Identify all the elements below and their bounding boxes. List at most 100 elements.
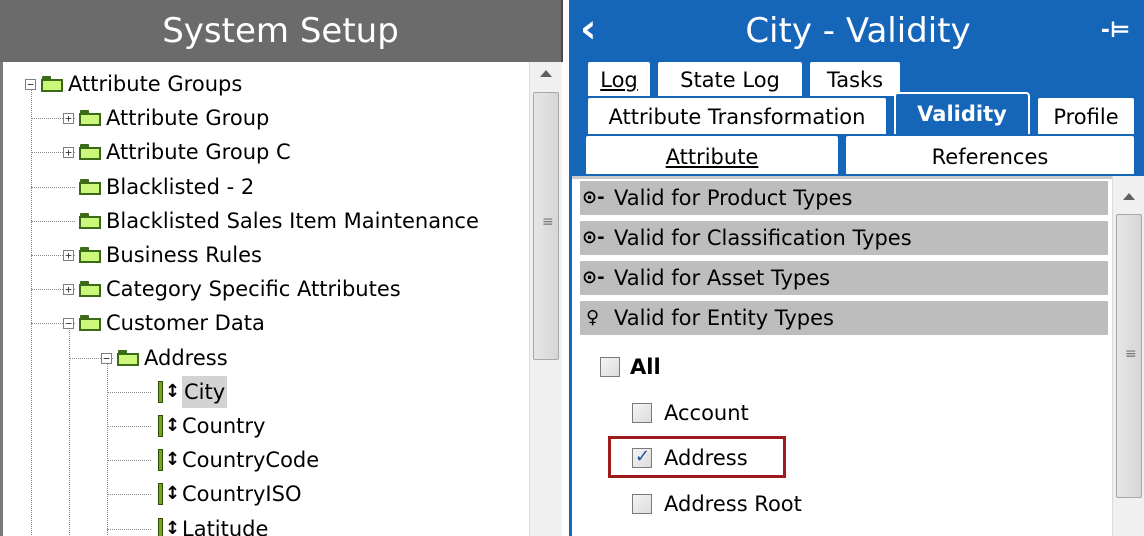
address-root-option[interactable]: Address Root bbox=[632, 489, 852, 519]
tree-item-label: Latitude bbox=[182, 516, 269, 536]
tree-item-label: Attribute Group C bbox=[106, 140, 291, 165]
tab-profile[interactable]: Profile bbox=[1036, 96, 1136, 134]
section-label: Valid for Product Types bbox=[614, 186, 853, 210]
checkmark-icon: ✓ bbox=[635, 446, 651, 467]
tab-tasks-label: Tasks bbox=[826, 68, 884, 92]
tree-scrollbar[interactable]: ≡ bbox=[529, 62, 562, 536]
back-chevron-icon[interactable]: ‹ bbox=[580, 0, 596, 58]
collapse-minus-icon[interactable]: − bbox=[101, 352, 112, 364]
collapse-minus-icon[interactable]: − bbox=[63, 318, 74, 330]
section-valid-entity-types[interactable]: ♀ Valid for Entity Types bbox=[580, 301, 1108, 335]
tree-connector-line bbox=[107, 460, 151, 462]
account-label: Account bbox=[664, 401, 749, 425]
address-checkbox[interactable]: ✓ bbox=[632, 446, 652, 468]
tree-item[interactable]: + Attribute Group C bbox=[3, 136, 523, 168]
address-root-label: Address Root bbox=[664, 492, 802, 516]
scroll-up-arrow-icon[interactable] bbox=[540, 70, 552, 77]
folder-icon bbox=[79, 315, 101, 332]
tree-item-label: Attribute Group bbox=[106, 106, 270, 131]
scroll-grip-icon: ≡ bbox=[1125, 346, 1137, 362]
city-validity-panel: ‹ City - Validity -⊨ Log State Log Tasks… bbox=[569, 0, 1144, 536]
all-option[interactable]: All bbox=[600, 352, 800, 382]
folder-icon bbox=[79, 247, 101, 263]
attribute-icon: ↕ bbox=[157, 448, 180, 472]
section-label: Valid for Classification Types bbox=[614, 226, 912, 250]
tree-item-label: Customer Data bbox=[106, 311, 265, 336]
tab-validity[interactable]: Validity bbox=[894, 92, 1030, 134]
expand-plus-icon[interactable]: + bbox=[63, 250, 74, 261]
tree-item[interactable]: ↕ CountryCode bbox=[3, 444, 523, 476]
tree-item[interactable]: ↕ Latitude bbox=[3, 513, 523, 536]
collapsed-section-icon: ⊙- bbox=[582, 187, 605, 208]
system-setup-panel: System Setup − Attribute Groups + Attribute… bbox=[0, 0, 563, 536]
expanded-section-icon: ♀ bbox=[586, 307, 600, 328]
expand-plus-icon[interactable]: + bbox=[63, 284, 74, 296]
tab-state-log-label: State Log bbox=[680, 68, 780, 92]
folder-icon bbox=[79, 110, 101, 127]
system-setup-tree: − Attribute Groups + Attribute Group + Attrib… bbox=[3, 62, 529, 536]
expand-plus-icon[interactable]: + bbox=[63, 113, 74, 125]
attribute-icon: ↕ bbox=[157, 482, 180, 506]
tab-tasks[interactable]: Tasks bbox=[808, 60, 902, 96]
content-scrollbar[interactable]: ≡ bbox=[1112, 176, 1144, 536]
tree-item-label: Attribute Groups bbox=[68, 72, 243, 96]
panel-header: ‹ City - Validity -⊨ bbox=[572, 0, 1144, 62]
content-top-border bbox=[572, 176, 1112, 179]
tree-item-label: Country bbox=[182, 414, 266, 438]
tab-log-label: Log bbox=[600, 68, 638, 92]
folder-icon bbox=[117, 349, 139, 366]
section-valid-asset-types[interactable]: ⊙- Valid for Asset Types bbox=[580, 261, 1108, 295]
tree-item[interactable]: − Customer Data bbox=[3, 307, 523, 339]
section-valid-product-types[interactable]: ⊙- Valid for Product Types bbox=[580, 181, 1108, 215]
expand-plus-icon[interactable]: + bbox=[63, 147, 74, 159]
tree-item-label: Blacklisted - 2 bbox=[106, 174, 255, 199]
address-label: Address bbox=[664, 446, 748, 470]
panel-title: City - Validity bbox=[745, 11, 971, 51]
folder-icon bbox=[79, 144, 101, 161]
folder-icon bbox=[41, 76, 63, 92]
tab-attribute-transformation[interactable]: Attribute Transformation bbox=[586, 96, 888, 134]
account-checkbox[interactable] bbox=[632, 403, 652, 423]
tree-item[interactable]: ↕ CountryISO bbox=[3, 478, 523, 510]
scroll-thumb[interactable]: ≡ bbox=[533, 92, 559, 360]
tree-connector-line bbox=[107, 528, 151, 530]
address-option[interactable]: ✓ Address bbox=[632, 443, 782, 473]
tab-profile-label: Profile bbox=[1053, 105, 1119, 129]
tree-item[interactable]: + Attribute Group bbox=[3, 102, 523, 134]
scroll-grip-icon: ≡ bbox=[542, 214, 554, 230]
tree-item[interactable]: + Category Specific Attributes bbox=[3, 273, 523, 305]
tree-item[interactable]: − Attribute Groups bbox=[3, 68, 523, 100]
tree-item[interactable]: ↕ Country bbox=[3, 410, 523, 442]
section-valid-classification-types[interactable]: ⊙- Valid for Classification Types bbox=[580, 221, 1108, 255]
account-option[interactable]: Account bbox=[632, 398, 832, 428]
folder-icon bbox=[79, 281, 101, 298]
pin-icon[interactable]: -⊨ bbox=[1101, 0, 1130, 62]
tab-validity-label: Validity bbox=[917, 102, 1007, 126]
tab-references[interactable]: References bbox=[844, 134, 1136, 176]
address-root-checkbox[interactable] bbox=[632, 494, 652, 514]
tree-item[interactable]: − Address bbox=[3, 342, 523, 374]
tree-item[interactable]: Blacklisted - 2 bbox=[3, 171, 523, 203]
tab-references-label: References bbox=[931, 145, 1049, 169]
tree-item-label: CountryISO bbox=[182, 482, 302, 507]
folder-icon bbox=[79, 212, 101, 229]
tab-attribute[interactable]: Attribute bbox=[584, 134, 840, 176]
tree-item[interactable]: ↕ City bbox=[3, 375, 523, 408]
tree-connector-line bbox=[107, 391, 151, 393]
tree-connector-line bbox=[107, 426, 151, 427]
tree-item-label: Blacklisted Sales Item Maintenance bbox=[106, 208, 479, 233]
tab-attribute-label: Attribute bbox=[665, 145, 759, 169]
tree-item[interactable]: Blacklisted Sales Item Maintenance bbox=[3, 205, 523, 237]
tree-item-label: Category Specific Attributes bbox=[106, 277, 401, 302]
all-checkbox[interactable] bbox=[600, 357, 620, 377]
attribute-icon: ↕ bbox=[157, 380, 180, 404]
tree-connector-line bbox=[31, 220, 75, 222]
tab-state-log[interactable]: State Log bbox=[656, 60, 804, 96]
tab-attribute-transformation-label: Attribute Transformation bbox=[608, 105, 866, 129]
tree-item[interactable]: + Business Rules bbox=[3, 239, 523, 271]
collapse-minus-icon[interactable]: − bbox=[25, 79, 36, 90]
tree-item-label: CountryCode bbox=[182, 448, 320, 473]
scroll-thumb[interactable]: ≡ bbox=[1116, 214, 1142, 498]
scroll-up-arrow-icon[interactable] bbox=[1123, 193, 1135, 200]
tab-log[interactable]: Log bbox=[586, 60, 652, 96]
